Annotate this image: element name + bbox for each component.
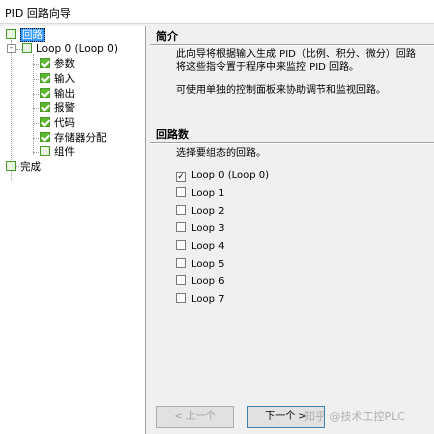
title-bar: PID 回路向导 [0, 0, 434, 24]
checkbox[interactable] [176, 240, 186, 250]
tree-item-label: 完成 [20, 161, 41, 173]
tree-item-input[interactable]: 输入 [40, 72, 75, 86]
check-icon [40, 102, 50, 112]
checkbox[interactable] [176, 258, 186, 268]
check-icon [40, 73, 50, 83]
tree-item-label: Loop 0 (Loop 0) [36, 43, 118, 55]
loop-option-6[interactable]: Loop 6 [176, 275, 225, 287]
tree-item-label: 输出 [54, 88, 75, 100]
tree-item-loop-0[interactable]: Loop 0 (Loop 0) [22, 42, 118, 56]
checkbox[interactable] [176, 293, 186, 303]
checkbox[interactable] [176, 275, 186, 285]
checkbox[interactable] [176, 222, 186, 232]
tree-item-components[interactable]: 组件 [40, 145, 75, 159]
loop-option-label: Loop 1 [191, 188, 225, 199]
tree-item-code[interactable]: 代码 [40, 116, 75, 130]
loop-option-7[interactable]: Loop 7 [176, 293, 225, 305]
check-icon [40, 117, 50, 127]
tree-item-parameters[interactable]: 参数 [40, 57, 75, 71]
window-title: PID 回路向导 [5, 7, 71, 20]
loop-option-label: Loop 6 [191, 276, 225, 287]
check-icon [40, 88, 50, 98]
tree-connector [33, 54, 34, 154]
loop-option-3[interactable]: Loop 3 [176, 222, 225, 234]
checkbox[interactable] [176, 205, 186, 215]
intro-text-line-2: 将这些指令置于程序中来监控 PID 回路。 [176, 62, 360, 73]
check-icon [40, 132, 50, 142]
tree-connector [11, 40, 12, 180]
checkbox[interactable] [176, 187, 186, 197]
tree-item-label: 报警 [54, 102, 75, 114]
intro-text-line-3: 可使用单独的控制面板来协助调节和监视回路。 [176, 85, 386, 96]
tree-item-label: 组件 [54, 146, 75, 158]
check-icon [40, 58, 50, 68]
loop-option-0[interactable]: ✓ Loop 0 (Loop 0) [176, 170, 269, 182]
node-status-icon [22, 43, 32, 53]
loop-option-4[interactable]: Loop 4 [176, 240, 225, 252]
wizard-content: 简介 此向导将根据输入生成 PID（比例、积分、微分）回路 将这些指令置于程序中… [146, 26, 434, 434]
node-status-icon [6, 29, 16, 39]
node-status-icon [40, 146, 50, 156]
tree-item-alarm[interactable]: 报警 [40, 101, 75, 115]
loop-option-label: Loop 7 [191, 294, 225, 305]
tree-item-label: 存储器分配 [54, 132, 107, 144]
loop-option-label: Loop 4 [191, 241, 225, 252]
loop-option-label: Loop 5 [191, 259, 225, 270]
intro-text-line-1: 此向导将根据输入生成 PID（比例、积分、微分）回路 [176, 49, 416, 60]
divider [150, 44, 434, 46]
collapse-icon[interactable]: - [7, 44, 16, 53]
tree-item-memory[interactable]: 存储器分配 [40, 131, 107, 145]
loop-option-label: Loop 0 (Loop 0) [191, 170, 270, 181]
tree-item-label: 输入 [54, 73, 75, 85]
watermark: 知乎 @技术工控PLC [304, 410, 405, 423]
tree-item-label: 参数 [54, 58, 75, 70]
intro-title: 简介 [156, 30, 178, 43]
node-status-icon [6, 161, 16, 171]
wizard-tree: 回路 - Loop 0 (Loop 0) 参数 输入 输出 报警 代码 存储器分… [0, 26, 146, 434]
prev-button[interactable]: < 上一个 [156, 406, 234, 428]
loop-option-label: Loop 2 [191, 206, 225, 217]
loop-option-label: Loop 3 [191, 223, 225, 234]
tree-item-label: 回路 [20, 28, 45, 42]
tree-item-loop-root[interactable]: 回路 [6, 28, 45, 42]
checkbox-checked[interactable]: ✓ [176, 172, 186, 182]
loops-title: 回路数 [156, 128, 189, 141]
loop-option-5[interactable]: Loop 5 [176, 258, 225, 270]
tree-item-finish[interactable]: 完成 [6, 160, 41, 174]
loops-prompt: 选择要组态的回路。 [176, 148, 266, 159]
tree-item-output[interactable]: 输出 [40, 87, 75, 101]
tree-item-label: 代码 [54, 117, 75, 129]
loop-option-1[interactable]: Loop 1 [176, 187, 225, 199]
divider [150, 142, 434, 144]
loop-option-2[interactable]: Loop 2 [176, 205, 225, 217]
